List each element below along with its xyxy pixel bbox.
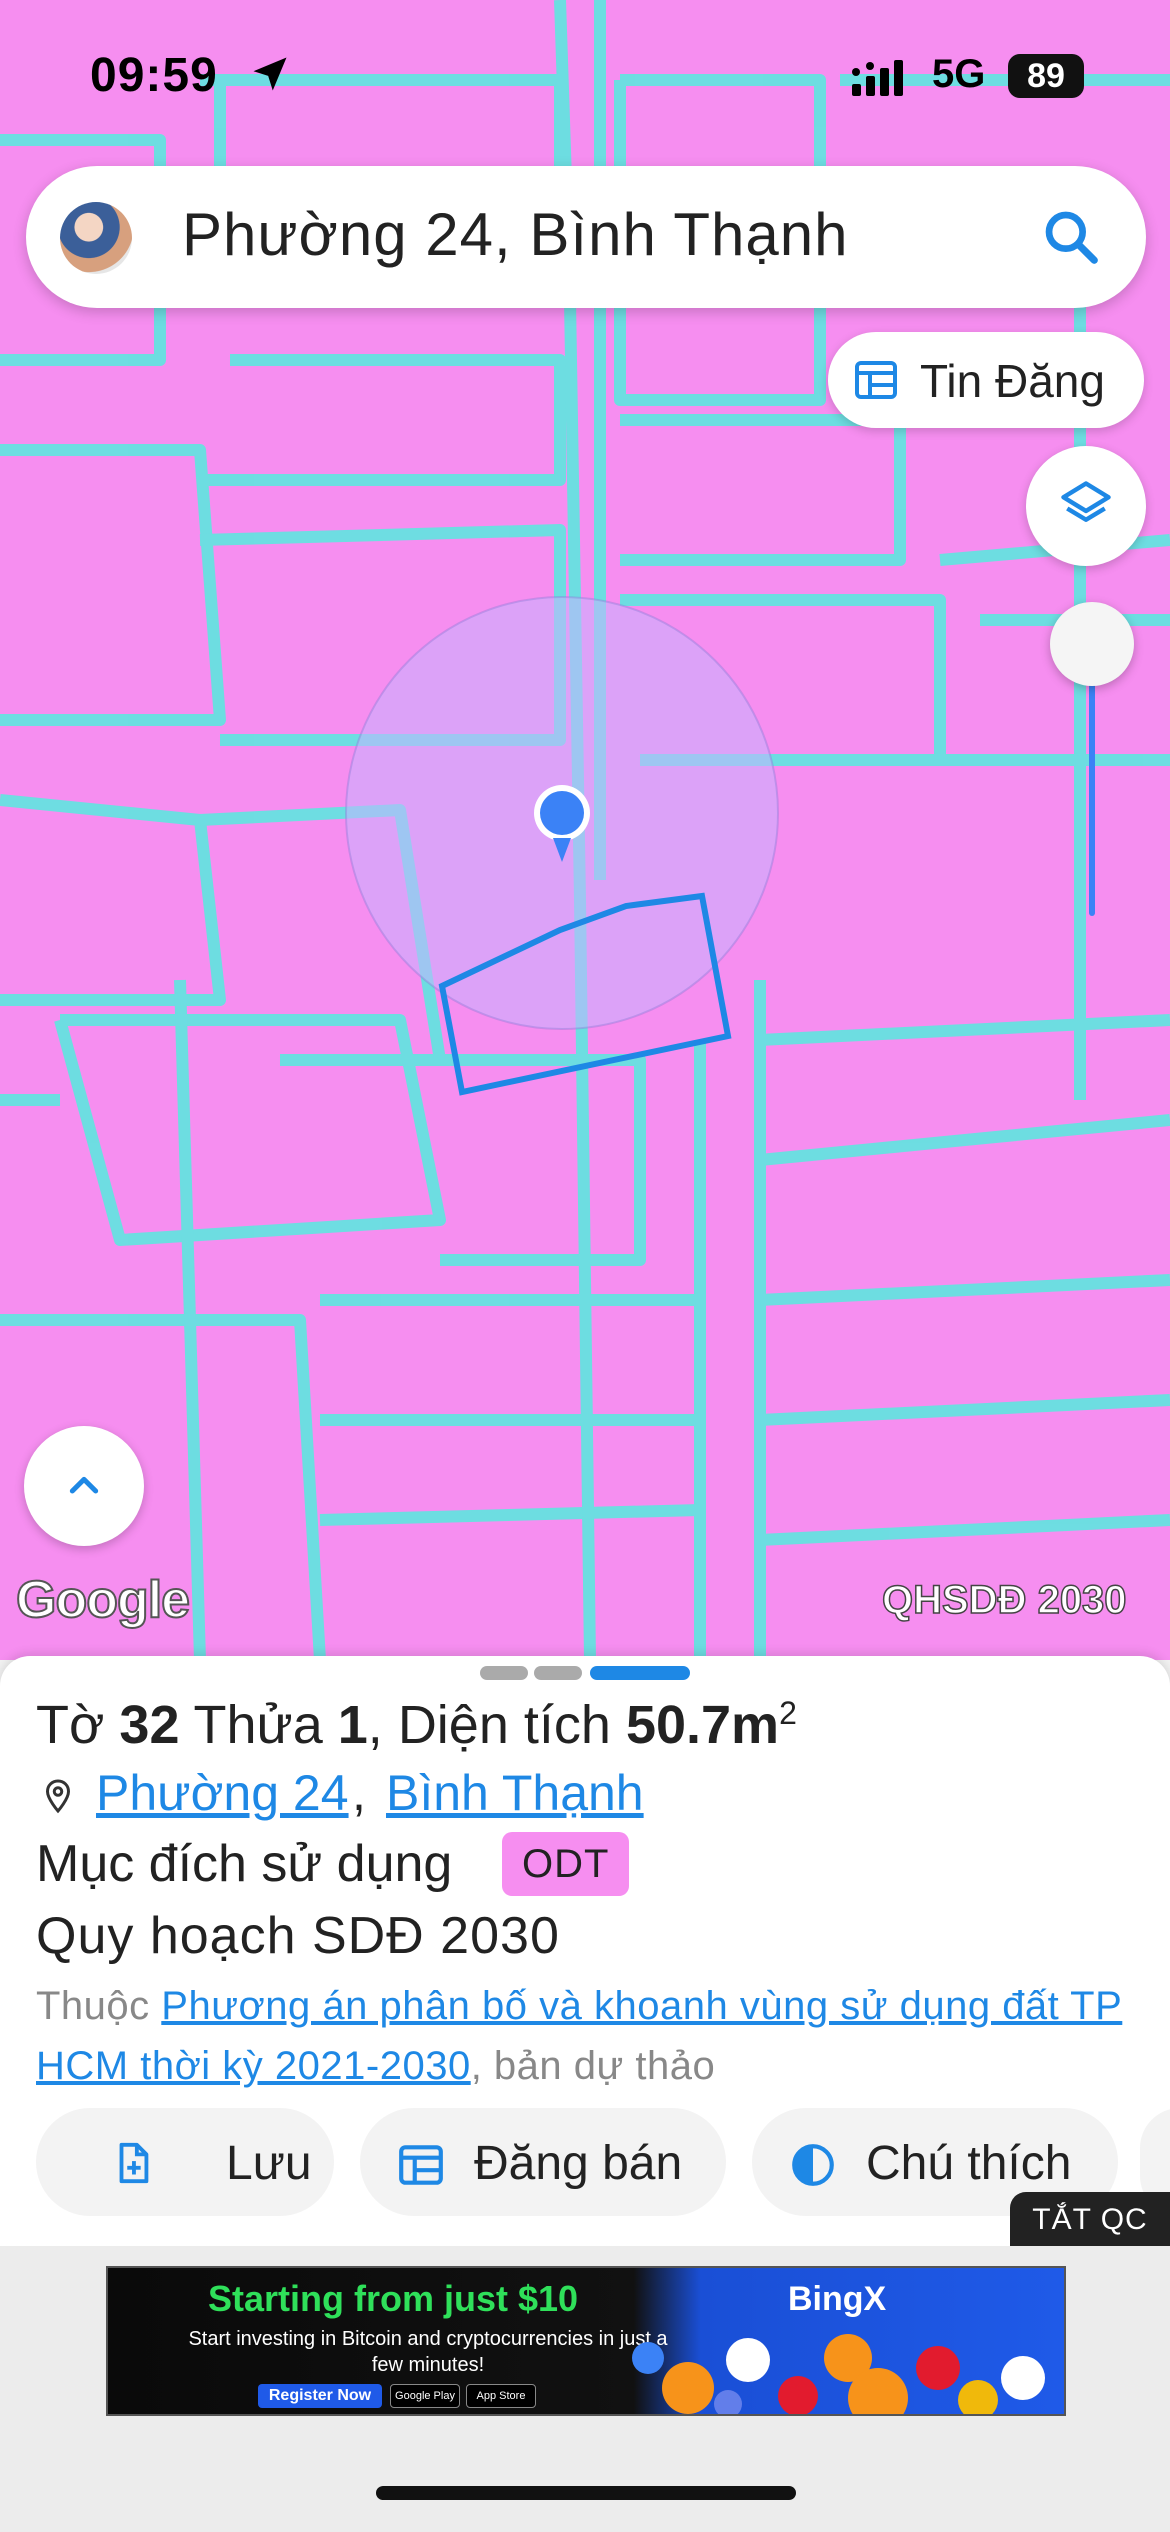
battery-level: 89: [1008, 54, 1084, 98]
search-bar[interactable]: Phường 24, Bình Thạnh: [26, 166, 1146, 308]
action-row: Lưu Đăng bán Chú thích: [0, 2108, 1170, 2218]
sheet-handle-segment[interactable]: [534, 1666, 582, 1680]
ad-banner[interactable]: Starting from just $10 Start investing i…: [106, 2266, 1066, 2416]
post-sale-button[interactable]: Đăng bán: [360, 2108, 726, 2216]
layers-icon: [1061, 481, 1111, 522]
legend-label: Chú thích: [866, 2137, 1072, 2190]
land-use-purpose-label: Mục đích sử dụng: [36, 1835, 453, 1893]
post-sale-label: Đăng bán: [474, 2137, 683, 2190]
app-store-badge[interactable]: App Store: [466, 2384, 536, 2408]
ad-register-button[interactable]: Register Now: [258, 2384, 382, 2408]
opacity-slider-thumb[interactable]: [1050, 602, 1134, 686]
chevron-up-icon: [69, 1476, 99, 1494]
parcel-title: Tờ 32 Thửa 1, Diện tích 50.7m2: [36, 1695, 797, 1755]
google-logo: Google: [15, 1570, 191, 1630]
search-icon[interactable]: [1040, 206, 1102, 268]
planning-source: Thuộc Phương án phân bố và khoanh vùng s…: [36, 1984, 1123, 2088]
ad-headline: Starting from just $10: [208, 2278, 579, 2319]
ad-subtext: Start investing in Bitcoin and cryptocur…: [188, 2328, 668, 2376]
area-value: 50.7m: [625, 1695, 780, 1755]
status-time: 09:59: [90, 49, 218, 102]
ad-bar: Starting from just $10 Start investing i…: [0, 2246, 1170, 2532]
ad-brand: BingX: [788, 2280, 887, 2318]
plot-number: 1: [337, 1695, 368, 1755]
ward-link[interactable]: Phường 24: [96, 1764, 349, 1822]
sheet-number: 32: [119, 1695, 180, 1755]
post-listing-button[interactable]: Tin Đăng: [828, 332, 1144, 428]
calendar-table-icon: [399, 2145, 443, 2185]
status-bar: 09:59 5G 89: [0, 40, 1170, 120]
sheet-handle-active[interactable]: [590, 1666, 690, 1680]
calendar-table-icon: [855, 361, 897, 399]
avatar[interactable]: [60, 202, 132, 274]
save-button[interactable]: Lưu: [36, 2108, 334, 2216]
google-play-badge[interactable]: Google Play: [390, 2384, 460, 2408]
home-indicator[interactable]: [376, 2486, 796, 2500]
search-query[interactable]: Phường 24, Bình Thạnh: [182, 200, 849, 269]
map-pin-icon: [45, 1779, 71, 1814]
map-view[interactable]: 09:59 5G 89 Phường 24, Bình Thạnh Tin Đă: [0, 0, 1170, 1660]
crypto-coins-icon: [632, 2334, 1045, 2414]
save-label: Lưu: [226, 2137, 312, 2190]
land-use-code-badge[interactable]: ODT: [502, 1832, 630, 1896]
post-listing-label: Tin Đăng: [920, 355, 1105, 407]
contrast-icon: [792, 2144, 834, 2186]
signal-icon: [852, 60, 903, 96]
network-type: 5G: [932, 52, 986, 96]
layer-tag: QHSDĐ 2030: [881, 1577, 1127, 1623]
add-file-icon: [119, 2142, 149, 2184]
sheet-handle-segment[interactable]: [480, 1666, 528, 1680]
layers-button[interactable]: [1026, 446, 1146, 566]
location-arrow-icon: [253, 57, 287, 91]
close-ad-button[interactable]: TẮT QC: [1010, 2192, 1170, 2248]
district-link[interactable]: Bình Thạnh: [386, 1764, 644, 1822]
planning-label: Quy hoạch SDĐ 2030: [36, 1907, 560, 1965]
parcel-info-sheet: Tờ 32 Thửa 1, Diện tích 50.7m2 Phường 24…: [0, 1656, 1170, 2246]
expand-panel-button[interactable]: [24, 1426, 144, 1546]
